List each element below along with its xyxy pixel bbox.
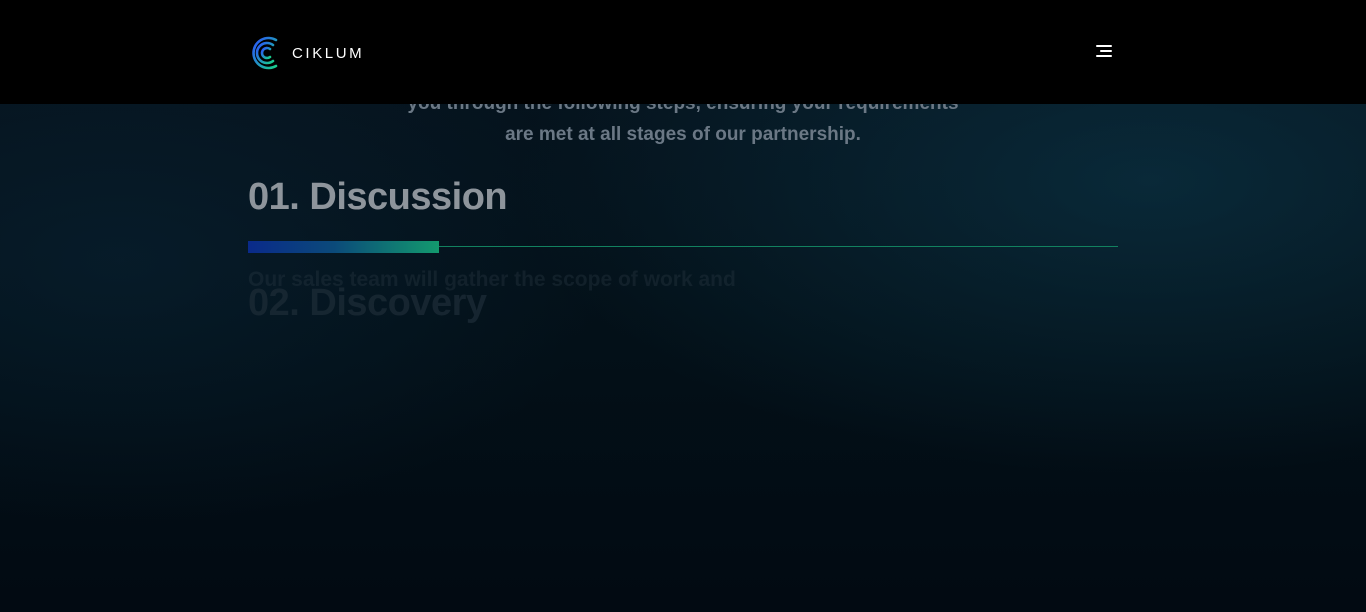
site-header: CIKLUM bbox=[0, 0, 1366, 104]
menu-line bbox=[1100, 50, 1112, 52]
step-title-discussion[interactable]: 01. Discussion bbox=[248, 176, 508, 219]
step-title-discovery[interactable]: 02. Discovery bbox=[248, 282, 487, 325]
page: CIKLUM you through the following steps, … bbox=[0, 0, 1366, 612]
ciklum-logo[interactable]: CIKLUM bbox=[248, 35, 364, 71]
menu-line bbox=[1096, 55, 1112, 57]
progress-fill bbox=[248, 241, 439, 253]
hamburger-menu-icon[interactable] bbox=[1092, 40, 1116, 64]
ciklum-logo-icon bbox=[252, 36, 278, 70]
menu-line bbox=[1096, 45, 1112, 47]
intro-line: are met at all stages of our partnership… bbox=[505, 124, 861, 145]
logo-wordmark: CIKLUM bbox=[292, 44, 365, 62]
